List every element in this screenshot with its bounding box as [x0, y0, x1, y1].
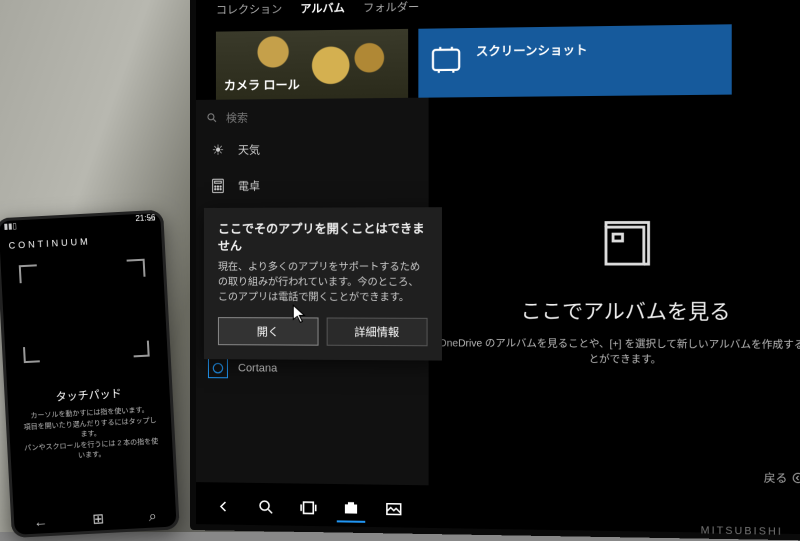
phone-instructions: タッチパッド カーソルを動かすには指を使います。 項目を開いたり選んだりするには… [3, 364, 176, 465]
cannot-open-dialog: ここでそのアプリを開くことはできません 現在、より多くのアプリをサポートするため… [204, 207, 442, 360]
screenshot-icon [429, 42, 464, 77]
monitor-screen: コレクション アルバム フォルダー カメラ ロール スクリーンショット 検索 [196, 0, 800, 534]
phone-nav-start[interactable]: ⊞ [92, 510, 105, 528]
album-empty-state: ここでアルバムを見る OneDrive のアルバムを見ることや、[+] を選択し… [429, 94, 800, 491]
taskbar-search[interactable] [252, 493, 280, 522]
bottom-row: 戻る [196, 456, 800, 493]
dialog-button-row: 開く 詳細情報 [218, 317, 428, 346]
taskbar-back[interactable] [210, 492, 238, 520]
phone-nav-search[interactable]: ⌕ [148, 507, 157, 524]
taskbar-back-icon [215, 497, 233, 515]
album-screenshot-label: スクリーンショット [476, 41, 588, 60]
phone-signal-icon: ▮▮▯ [3, 221, 17, 231]
empty-title: ここでアルバムを見る [521, 295, 731, 325]
tab-folder[interactable]: フォルダー [363, 0, 419, 15]
phone-touchpad-area[interactable] [18, 258, 151, 365]
dialog-title: ここでそのアプリを開くことはできません [218, 219, 428, 254]
weather-icon: ☀ [208, 140, 228, 160]
app-calculator-label: 電卓 [238, 178, 260, 194]
store-icon [342, 498, 360, 516]
touchpad-title: タッチパッド [20, 383, 157, 406]
search-row[interactable]: 検索 [196, 102, 429, 132]
cortana-icon [208, 358, 228, 378]
back-label: 戻る [764, 469, 788, 486]
phone-device: ▮▮▯ ▭ 21:56 CONTINUUM タッチパッド カーソルを動かすには指… [0, 210, 180, 538]
app-weather-label: 天気 [238, 141, 260, 157]
album-camera-roll[interactable]: カメラ ロール [216, 29, 408, 102]
tab-album[interactable]: アルバム [300, 0, 344, 16]
album-placeholder-icon [597, 218, 654, 279]
tab-collection[interactable]: コレクション [216, 1, 282, 18]
dialog-more-button[interactable]: 詳細情報 [326, 317, 427, 346]
phone-clock: 21:56 [135, 213, 155, 223]
taskbar-taskview-icon [298, 500, 318, 516]
empty-subtitle: OneDrive のアルバムを見ることや、[+] を選択して新しいアルバムを作成… [438, 334, 800, 367]
calculator-icon [208, 176, 228, 196]
app-cortana-label: Cortana [238, 362, 277, 374]
back-button[interactable]: 戻る [764, 469, 800, 486]
dialog-body: 現在、より多くのアプリをサポートするための取り組みが行われています。今のところ、… [218, 260, 428, 306]
taskbar-taskview[interactable] [294, 494, 322, 523]
taskbar-app-photos[interactable] [380, 495, 409, 524]
app-item-calculator[interactable]: 電卓 [196, 167, 429, 204]
photos-icon [385, 500, 403, 519]
back-icon [792, 472, 800, 485]
dialog-open-button[interactable]: 開く [218, 317, 318, 346]
search-placeholder: 検索 [226, 109, 248, 125]
album-screenshot[interactable]: スクリーンショット [418, 24, 731, 99]
app-item-weather[interactable]: ☀ 天気 [196, 130, 429, 168]
taskbar-app-store[interactable] [337, 494, 365, 523]
album-camera-roll-label: カメラ ロール [224, 76, 300, 94]
external-monitor: コレクション アルバム フォルダー カメラ ロール スクリーンショット 検索 [190, 0, 800, 541]
taskbar-search-icon [257, 498, 275, 516]
phone-nav-bar: ← ⊞ ⌕ [11, 506, 180, 532]
phone-nav-back[interactable]: ← [33, 513, 48, 531]
search-icon [206, 112, 218, 124]
touchpad-body: カーソルを動かすには指を使います。 項目を開いたり選んだりするにはタップします。… [21, 405, 160, 465]
